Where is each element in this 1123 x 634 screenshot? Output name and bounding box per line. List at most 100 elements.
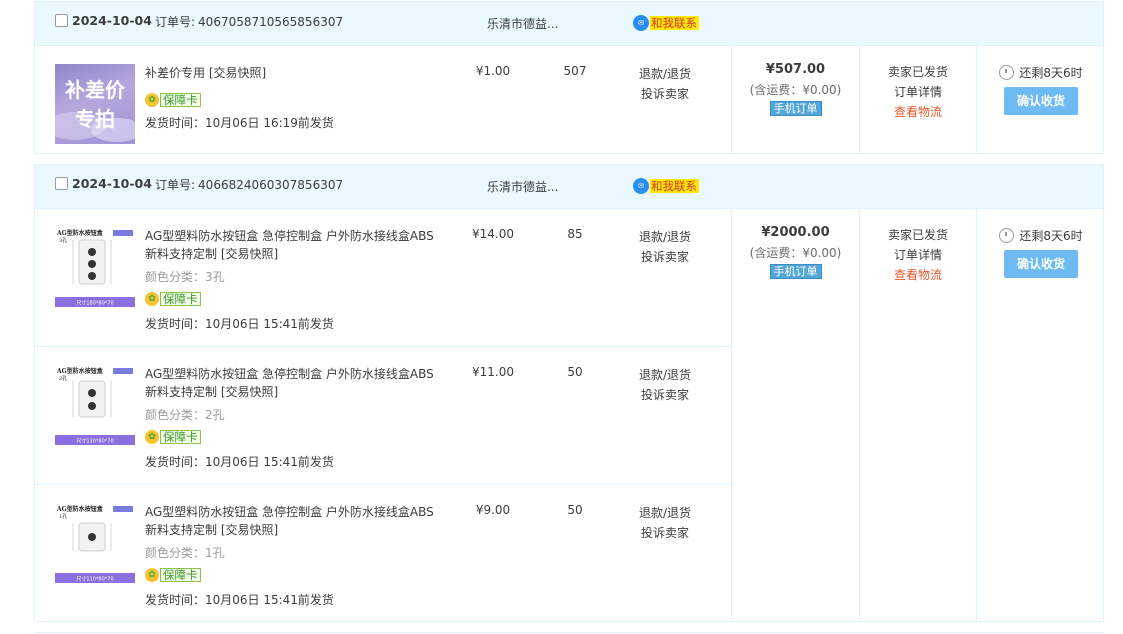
thumbnail-size: 尺寸180*80*70 [76, 300, 113, 307]
order-total-cell: ¥507.00 (含运费：¥0.00) 手机订单 [731, 46, 859, 154]
quantity: 50 [567, 503, 583, 517]
refund-link[interactable]: 退款/退货 [625, 365, 705, 385]
after-sales: 退款/退货 投诉卖家 [625, 365, 705, 405]
thumbnail-sub: 3孔 [59, 237, 67, 244]
guarantee-icon: ✿ [145, 93, 159, 107]
order-card: 2024-10-04 订单号: 4066824060307856307 乐清市德益… [34, 164, 1104, 622]
guarantee-icon: ✿ [145, 292, 159, 306]
view-logistics-link[interactable]: 查看物流 [860, 102, 976, 122]
guarantee-badge[interactable]: ✿ 保障卡 [145, 430, 201, 444]
order-total-cell: ¥2000.00 (含运费：¥0.00) 手机订单 [731, 209, 859, 622]
wangwang-chat-icon: ✉ [633, 15, 649, 31]
remaining-time-text: 还剩8天6时 [1019, 229, 1083, 243]
order-total: ¥2000.00 [761, 225, 830, 240]
timer-icon [999, 65, 1015, 80]
shop-name-link[interactable]: 乐清市德益... [487, 178, 558, 195]
guarantee-badge[interactable]: ✿ 保障卡 [145, 93, 201, 107]
thumbnail-caption: AG型防水按钮盒 [56, 505, 104, 513]
complain-link[interactable]: 投诉卖家 [625, 84, 705, 104]
order-status-cell: 卖家已发货 订单详情 查看物流 [859, 46, 976, 154]
thumbnail-text-2: 专拍 [75, 107, 115, 131]
after-sales: 退款/退货 投诉卖家 [625, 503, 705, 543]
order-checkbox[interactable] [55, 14, 68, 27]
thumbnail-sub: 1孔 [59, 513, 67, 520]
product-title-link[interactable]: AG型塑料防水按钮盒 急停控制盒 户外防水接线盒ABS新料支持定制 [交易快照] [145, 503, 445, 539]
ship-time: 发货时间：10月06日 15:41前发货 [145, 593, 334, 607]
order-action-cell: 还剩8天6时 确认收货 [976, 209, 1105, 622]
freight-info: (含运费：¥0.00) [749, 83, 842, 97]
product-title-link[interactable]: 补差价专用 [交易快照] [145, 64, 445, 82]
product-thumbnail[interactable]: 补差价 专拍 [45, 64, 143, 144]
order-status: 卖家已发货 [887, 65, 948, 79]
product-title-link[interactable]: AG型塑料防水按钮盒 急停控制盒 户外防水接线盒ABS新料支持定制 [交易快照] [145, 227, 445, 263]
guarantee-badge[interactable]: ✿ 保障卡 [145, 292, 201, 306]
wangwang-chat-icon: ✉ [633, 178, 649, 194]
order-number-label: 订单号: [155, 178, 196, 192]
confirm-receipt-button[interactable]: 确认收货 [1004, 250, 1078, 278]
order-header: 2024-10-04 订单号: 4066824060307856307 乐清市德益… [35, 165, 1103, 209]
freight-info: (含运费：¥0.00) [749, 246, 842, 260]
after-sales: 退款/退货 投诉卖家 [625, 227, 705, 267]
shop-name-link[interactable]: 乐清市德益... [487, 15, 558, 32]
ship-time: 发货时间：10月06日 15:41前发货 [145, 317, 334, 331]
thumbnail-image: 补差价 专拍 [45, 78, 143, 142]
order-detail-link[interactable]: 订单详情 [860, 82, 976, 102]
guarantee-badge[interactable]: ✿ 保障卡 [145, 568, 201, 582]
guarantee-icon: ✿ [145, 568, 159, 582]
view-logistics-link[interactable]: 查看物流 [860, 265, 976, 285]
confirm-receipt-button[interactable]: 确认收货 [1004, 87, 1078, 115]
remaining-time: 还剩8天6时 [977, 227, 1105, 244]
thumbnail-caption: AG型防水按钮盒 [56, 367, 104, 375]
order-number: 订单号: 4067058710565856307 [155, 13, 343, 30]
order-item: AG型防水按钮盒 3孔 尺寸180*80*70 AG型塑料防水按钮盒 急停控制盒… [35, 209, 731, 347]
complain-link[interactable]: 投诉卖家 [625, 385, 705, 405]
refund-link[interactable]: 退款/退货 [625, 227, 705, 247]
contact-seller-label: 和我联系 [650, 179, 699, 193]
timer-icon [999, 228, 1015, 243]
order-card: 2024-10-04 订单号: 4067058710565856307 乐清市德益… [34, 1, 1104, 154]
guarantee-label: 保障卡 [160, 93, 201, 107]
order-status: 卖家已发货 [887, 228, 948, 242]
thumbnail-image: AG型防水按钮盒 3孔 尺寸180*80*70 [55, 229, 135, 307]
product-thumbnail[interactable]: AG型防水按钮盒 2孔 尺寸130*80*70 [55, 365, 135, 445]
complain-link[interactable]: 投诉卖家 [625, 523, 705, 543]
unit-price: ¥9.00 [475, 503, 511, 517]
order-number-value: 4067058710565856307 [198, 15, 344, 29]
unit-price: ¥11.00 [472, 365, 514, 379]
thumbnail-caption: AG型防水按钮盒 [56, 229, 104, 237]
thumbnail-image: AG型防水按钮盒 2孔 尺寸130*80*70 [55, 367, 135, 445]
order-date: 2024-10-04 [72, 176, 152, 191]
quantity: 50 [567, 365, 583, 379]
thumbnail-size: 尺寸110*80*70 [76, 576, 113, 583]
order-action-cell: 还剩8天6时 确认收货 [976, 46, 1105, 154]
order-item: AG型防水按钮盒 1孔 尺寸110*80*70 AG型塑料防水按钮盒 急停控制盒… [35, 485, 731, 622]
refund-link[interactable]: 退款/退货 [625, 503, 705, 523]
contact-seller-button[interactable]: ✉ 和我联系 [633, 15, 699, 31]
thumbnail-size: 尺寸130*80*70 [76, 438, 113, 445]
order-checkbox[interactable] [55, 177, 68, 190]
product-thumbnail[interactable]: AG型防水按钮盒 1孔 尺寸110*80*70 [55, 503, 135, 583]
order-detail-link[interactable]: 订单详情 [860, 245, 976, 265]
after-sales: 退款/退货 投诉卖家 [625, 64, 705, 104]
guarantee-label: 保障卡 [160, 292, 201, 306]
product-thumbnail[interactable]: AG型防水按钮盒 3孔 尺寸180*80*70 [55, 227, 135, 307]
quantity: 507 [563, 64, 587, 78]
sku-info: 颜色分类：1孔 [145, 546, 225, 560]
thumbnail-image: AG型防水按钮盒 1孔 尺寸110*80*70 [55, 505, 135, 583]
product-title-link[interactable]: AG型塑料防水按钮盒 急停控制盒 户外防水接线盒ABS新料支持定制 [交易快照] [145, 365, 445, 401]
complain-link[interactable]: 投诉卖家 [625, 247, 705, 267]
contact-seller-label: 和我联系 [650, 16, 699, 30]
contact-seller-button[interactable]: ✉ 和我联系 [633, 178, 699, 194]
order-status-cell: 卖家已发货 订单详情 查看物流 [859, 209, 976, 622]
refund-link[interactable]: 退款/退货 [625, 64, 705, 84]
order-item: AG型防水按钮盒 2孔 尺寸130*80*70 AG型塑料防水按钮盒 急停控制盒… [35, 347, 731, 485]
mobile-order-badge: 手机订单 [769, 264, 822, 279]
order-number-value: 4066824060307856307 [198, 178, 344, 192]
unit-price: ¥1.00 [475, 64, 511, 78]
unit-price: ¥14.00 [472, 227, 514, 241]
sku-info: 颜色分类：2孔 [145, 408, 225, 422]
thumbnail-sub: 2孔 [59, 375, 67, 382]
order-header: 2024-10-04 订单号: 4067058710565856307 乐清市德益… [35, 2, 1103, 46]
order-item: 补差价 专拍 补差价专用 [交易快照] ✿ 保障卡 发货时间：10月06日 16… [35, 46, 731, 154]
sku-info: 颜色分类：3孔 [145, 270, 225, 284]
